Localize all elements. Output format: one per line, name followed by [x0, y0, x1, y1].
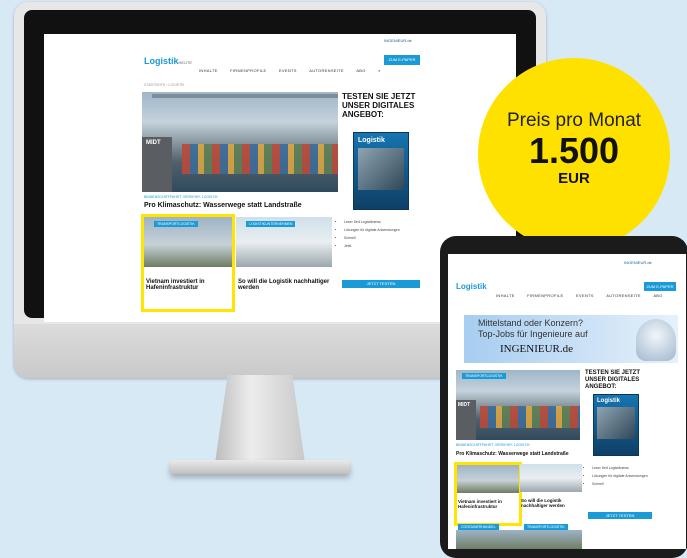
robot-image — [636, 319, 676, 361]
magazine-cover[interactable]: Logistik — [593, 394, 639, 456]
magazine-cover[interactable]: Logistik — [353, 132, 409, 210]
card-tag: TRANSPORTLOGISTIK — [462, 373, 506, 379]
hero-kicker: BINNENSCHIFFFAHRT, VERKEHR, LOGISTIK — [144, 195, 218, 199]
jobs-ad-banner[interactable]: Mittelstand oder Konzern? Top-Jobs für I… — [464, 315, 678, 363]
nav-item[interactable]: INHALTE — [199, 68, 218, 73]
site-logo[interactable]: Logistik — [456, 282, 487, 291]
top-link[interactable]: INGENIEUR.de — [624, 260, 652, 265]
search-icon[interactable]: ⌕ — [378, 68, 381, 73]
hero-title[interactable]: Pro Klimaschutz: Wasserwege statt Landst… — [456, 451, 569, 457]
card-tag: LOGISTIKUNTERNEHMEN — [246, 221, 296, 227]
site-logo[interactable]: LogistikHEUTE — [144, 56, 192, 66]
badge-price: 1.500 — [528, 130, 620, 171]
promo-button[interactable]: JETZT TESTEN — [342, 280, 420, 288]
hero-sign: MIDT — [146, 140, 161, 146]
main-nav: INHALTE FIRMENPROFILE EVENTS AUTORENSEIT… — [199, 59, 389, 77]
hero-image[interactable]: MIDT TRANSPORTLOGISTIK — [456, 370, 580, 440]
ad-line2: Top-Jobs für Ingenieure auf — [478, 329, 588, 339]
nav-item[interactable]: FIRMENPROFILE — [230, 68, 266, 73]
card-nachhaltig[interactable]: So will die Logistik nachhaltiger werden — [520, 464, 582, 520]
ad-brand: INGENIEUR.de — [500, 343, 574, 355]
card-image: TRANSPORTLOGISTIK — [144, 217, 232, 267]
card-tag: TRANSPORTLOGISTIK — [154, 221, 198, 227]
benefit-list: Leser Seit Logistiknews Lösungen für dig… — [334, 220, 434, 252]
card-vietnam[interactable]: Vietnam investiert in Hafeninfrastruktur — [454, 462, 522, 526]
magazine-title: Logistik — [358, 137, 385, 144]
card-vietnam[interactable]: TRANSPORTLOGISTIK Vietnam investiert in … — [141, 214, 235, 312]
badge-line1: Preis pro Monat — [506, 110, 642, 131]
card-title: Vietnam investiert in Hafeninfrastruktur — [146, 279, 205, 291]
card-nachhaltig[interactable]: LOGISTIKUNTERNEHMEN So will die Logistik… — [236, 217, 332, 303]
promo-title: TESTEN SIE JETZT UNSER DIGITALES ANGEBOT… — [342, 92, 416, 119]
ad-line1: Mittelstand oder Konzern? — [478, 318, 584, 328]
monitor-stand-foot — [170, 460, 350, 474]
badge-currency: EUR — [558, 170, 590, 187]
card-title: So will die Logistik nachhaltiger werden — [238, 279, 330, 291]
crane-beam — [152, 94, 338, 98]
hero-title[interactable]: Pro Klimaschutz: Wasserwege statt Landst… — [144, 202, 302, 209]
top-link[interactable]: INGENIEUR.de — [384, 38, 412, 43]
breadcrumb: STARTSEITE › LOGISTIK — [144, 83, 185, 87]
price-badge: Preis pro Monat 1.500 EUR — [478, 58, 670, 250]
card-image: LOGISTIKUNTERNEHMEN — [236, 217, 332, 267]
promo-button[interactable]: JETZT TESTEN — [588, 512, 652, 519]
promo-title: TESTEN SIE JETZT UNSER DIGITALES ANGEBOT… — [585, 370, 641, 390]
hero-image[interactable]: MIDT — [142, 92, 338, 192]
more-cards-image[interactable] — [456, 530, 582, 549]
magazine-photo — [358, 148, 404, 190]
container-stack — [182, 144, 338, 174]
hero-kicker: BINNENSCHIFFFAHRT, VERKEHR, LOGISTIK — [456, 443, 530, 447]
nav-item[interactable]: AUTORENSEITE — [309, 68, 344, 73]
nav-item[interactable]: ABO — [356, 68, 365, 73]
e-paper-button[interactable]: ZUM E-PAPER — [644, 282, 676, 291]
benefit-list: Leser Seit Logistiknews Lösungen für dig… — [584, 466, 662, 490]
e-paper-button[interactable]: ZUM E-PAPER — [384, 55, 420, 65]
nav-item[interactable]: EVENTS — [279, 68, 297, 73]
tablet-screen: INGENIEUR.de Logistik INHALTE FIRMENPROF… — [448, 254, 686, 549]
monitor-stand-neck — [215, 375, 305, 463]
